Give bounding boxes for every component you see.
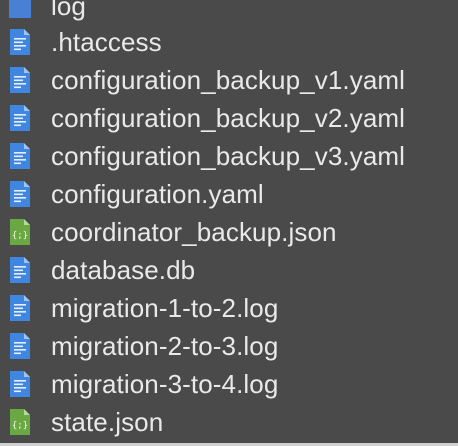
svg-text:{;}: {;} [12, 421, 28, 431]
file-row-configuration-backup-v3[interactable]: configuration_backup_v3.yaml [0, 137, 458, 175]
text-file-icon [7, 256, 33, 284]
text-file-icon [7, 294, 33, 322]
json-file-icon: {;} [7, 218, 33, 246]
file-name: migration-1-to-2.log [51, 293, 279, 323]
file-row-migration-2-to-3[interactable]: migration-2-to-3.log [0, 327, 458, 365]
file-name: .htaccess [51, 27, 162, 57]
file-row-migration-3-to-4[interactable]: migration-3-to-4.log [0, 365, 458, 403]
text-file-icon [7, 66, 33, 94]
text-file-icon [7, 332, 33, 360]
file-row-coordinator-backup[interactable]: {;} coordinator_backup.json [0, 213, 458, 251]
text-file-icon [7, 180, 33, 208]
file-list: log .htaccess configuration_backup_v1.ya… [0, 0, 458, 446]
text-file-icon [7, 104, 33, 132]
text-file-icon [7, 370, 33, 398]
file-row-configuration[interactable]: configuration.yaml [0, 175, 458, 213]
svg-text:{;}: {;} [12, 231, 28, 241]
text-file-icon [7, 142, 33, 170]
file-name: migration-3-to-4.log [51, 369, 279, 399]
file-row-database[interactable]: database.db [0, 251, 458, 289]
folder-icon [7, 0, 33, 20]
file-name: migration-2-to-3.log [51, 331, 279, 361]
file-name: database.db [51, 255, 196, 285]
file-row-state[interactable]: {;} state.json [0, 403, 458, 441]
file-name: configuration_backup_v3.yaml [51, 141, 406, 171]
file-name: configuration_backup_v1.yaml [51, 65, 406, 95]
file-row-migration-1-to-2[interactable]: migration-1-to-2.log [0, 289, 458, 327]
json-file-icon: {;} [7, 408, 33, 436]
file-row-configuration-backup-v1[interactable]: configuration_backup_v1.yaml [0, 61, 458, 99]
folder-row-log[interactable]: log [0, 0, 458, 25]
file-row-configuration-backup-v2[interactable]: configuration_backup_v2.yaml [0, 99, 458, 137]
file-name: state.json [51, 407, 164, 437]
file-name: coordinator_backup.json [51, 217, 337, 247]
file-name: log [51, 0, 86, 21]
text-file-icon [7, 28, 33, 56]
file-row-htaccess[interactable]: .htaccess [0, 23, 458, 61]
file-name: configuration.yaml [51, 179, 264, 209]
file-name: configuration_backup_v2.yaml [51, 103, 406, 133]
